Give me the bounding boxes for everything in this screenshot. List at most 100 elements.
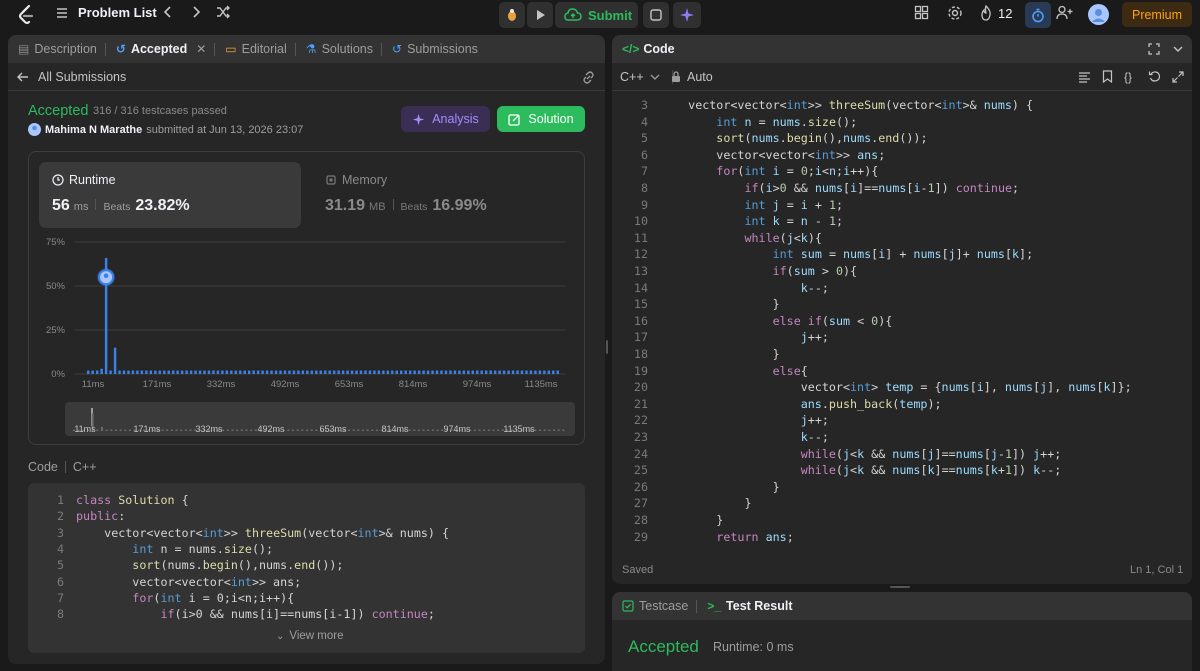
tab-editorial[interactable]: ▭ Editorial bbox=[225, 42, 287, 56]
panel-resize-handle[interactable] bbox=[606, 340, 608, 354]
code-icon: </> bbox=[622, 42, 640, 56]
streak-counter[interactable]: 12 bbox=[979, 5, 1012, 21]
brush-tick-label: 11ms bbox=[74, 424, 96, 434]
runtime-distribution-chart[interactable]: 75% 50% 25% 0% 11ms 171ms 332ms 492ms 653ms 814ms… bbox=[29, 234, 584, 394]
auto-mode[interactable]: Auto bbox=[671, 70, 713, 84]
histogram-bar bbox=[194, 370, 197, 374]
timer-button[interactable] bbox=[1025, 2, 1051, 28]
next-problem-button[interactable] bbox=[190, 5, 202, 19]
leetcode-logo[interactable] bbox=[16, 4, 36, 26]
add-friend-button[interactable] bbox=[1056, 5, 1073, 20]
histogram-bar bbox=[382, 370, 385, 374]
user-avatar[interactable] bbox=[1088, 4, 1109, 25]
histogram-bar bbox=[315, 370, 318, 374]
shuffle-icon bbox=[217, 5, 230, 19]
tab-description[interactable]: ▤ Description bbox=[18, 42, 97, 56]
memory-box[interactable]: Memory 31.19 MB Beats 16.99% bbox=[312, 162, 574, 228]
tab-testcase[interactable]: Testcase bbox=[622, 599, 688, 613]
format-icon[interactable] bbox=[1078, 71, 1091, 83]
histogram-bar bbox=[386, 370, 390, 374]
code-editor[interactable]: 3 vector<vector<int>> threeSum(vector<in… bbox=[612, 92, 1192, 550]
run-button[interactable] bbox=[527, 2, 553, 28]
user-plus-icon bbox=[1056, 5, 1073, 20]
brush-bar bbox=[250, 429, 253, 431]
brush-bar bbox=[539, 429, 542, 431]
fullscreen-icon[interactable] bbox=[1172, 70, 1184, 83]
histogram-bar bbox=[413, 370, 416, 374]
brush-bar bbox=[492, 429, 495, 431]
analysis-button[interactable]: Analysis bbox=[401, 106, 490, 132]
all-submissions-link[interactable]: All Submissions bbox=[16, 70, 126, 84]
line-number: 4 bbox=[640, 114, 648, 129]
code-line: 24 while(j<k && nums[j]==nums[j-1]) j++; bbox=[612, 446, 1061, 463]
histogram-bar bbox=[127, 370, 130, 374]
tab-submissions[interactable]: ↺ Submissions bbox=[392, 42, 478, 56]
submitter-name[interactable]: Mahima N Marathe bbox=[45, 124, 142, 136]
tab-solutions[interactable]: ⚗ Solutions bbox=[306, 42, 373, 56]
close-icon[interactable]: ✕ bbox=[196, 42, 206, 56]
brush-bar bbox=[483, 429, 486, 431]
brush-chart[interactable]: 11ms 171ms 332ms 492ms 653ms 814ms 974ms 1135ms bbox=[65, 402, 575, 436]
histogram-bar bbox=[91, 370, 94, 374]
problem-list-button[interactable]: Problem List bbox=[55, 5, 157, 20]
view-more-button[interactable]: ⌄ View more bbox=[276, 630, 344, 642]
premium-button[interactable]: Premium bbox=[1122, 2, 1192, 27]
settings-button[interactable] bbox=[947, 5, 963, 21]
runtime-box[interactable]: Runtime 56 ms Beats 23.82% bbox=[39, 162, 301, 228]
bookmark-icon[interactable] bbox=[1102, 70, 1113, 83]
histogram-bar bbox=[212, 370, 215, 374]
submit-button[interactable]: Submit bbox=[555, 2, 638, 28]
brush-bar bbox=[375, 429, 378, 431]
tab-accepted[interactable]: ↺ Accepted ✕ bbox=[116, 42, 206, 56]
brush-bar bbox=[543, 429, 546, 431]
notes-button[interactable] bbox=[643, 2, 669, 28]
language-select[interactable]: C++ bbox=[620, 70, 660, 84]
avatar[interactable] bbox=[28, 123, 41, 136]
histogram-bar bbox=[417, 370, 421, 374]
brush-bar bbox=[105, 429, 108, 431]
code-preview[interactable]: 1 class Solution {2 public: 3 vector<vector… bbox=[28, 483, 585, 653]
tab-test-result[interactable]: >_ Test Result bbox=[707, 599, 792, 613]
x-tick-label: 653ms bbox=[335, 379, 364, 390]
x-tick-label: 1135ms bbox=[524, 379, 557, 390]
code-line: 23 k--; bbox=[612, 429, 829, 446]
line-number: 2 bbox=[56, 509, 64, 524]
brush-bar bbox=[436, 429, 439, 431]
code-text: int sum = nums[i] + nums[j]+ nums[k]; bbox=[772, 247, 1034, 262]
code-line: 5 sort(nums.begin(),nums.end()); bbox=[28, 557, 344, 574]
code-text: k--; bbox=[800, 280, 829, 295]
histogram-bar bbox=[426, 370, 430, 374]
histogram-bar bbox=[171, 370, 175, 374]
line-number: 8 bbox=[640, 181, 648, 195]
solution-button[interactable]: Solution bbox=[497, 106, 585, 132]
tab-code[interactable]: </> Code bbox=[622, 42, 675, 56]
layout-button[interactable] bbox=[914, 5, 929, 20]
brush-bar bbox=[184, 429, 187, 431]
braces-icon[interactable]: {} bbox=[1124, 70, 1132, 84]
chevron-down-icon[interactable] bbox=[1172, 43, 1184, 55]
reset-icon[interactable] bbox=[1148, 70, 1161, 83]
code-text: if(i>0 && nums[i]==nums[i-1]) continue; bbox=[160, 607, 435, 622]
share-link-icon[interactable] bbox=[581, 71, 596, 84]
random-problem-button[interactable] bbox=[216, 5, 231, 19]
all-submissions-label: All Submissions bbox=[38, 70, 127, 84]
brush-bar bbox=[231, 429, 234, 431]
code-line: 28 } bbox=[612, 512, 723, 529]
line-number: 3 bbox=[56, 525, 64, 540]
line-number: 28 bbox=[633, 513, 648, 527]
code-text: vector<vector<int>> threeSum(vector<int>… bbox=[688, 98, 1034, 112]
brush-bar bbox=[254, 429, 257, 431]
code-line: 13 if(sum > 0){ bbox=[612, 263, 857, 280]
panel-resize-handle[interactable] bbox=[890, 586, 910, 588]
ai-assist-button[interactable] bbox=[673, 2, 701, 28]
performance-card: Runtime 56 ms Beats 23.82% Memory 31.19 … bbox=[28, 151, 585, 445]
range-brush[interactable]: 11ms 171ms 332ms 492ms 653ms 814ms 974ms 1135ms bbox=[65, 402, 575, 436]
line-number: 13 bbox=[633, 264, 648, 278]
debug-button[interactable] bbox=[499, 2, 525, 28]
maximize-icon[interactable] bbox=[1148, 43, 1160, 55]
brush-bar bbox=[431, 429, 434, 431]
code-line: 6 vector<vector<int>> ans; bbox=[612, 147, 885, 164]
histogram-bar bbox=[158, 370, 162, 374]
prev-problem-button[interactable] bbox=[162, 5, 174, 19]
histogram-bar bbox=[471, 370, 475, 374]
